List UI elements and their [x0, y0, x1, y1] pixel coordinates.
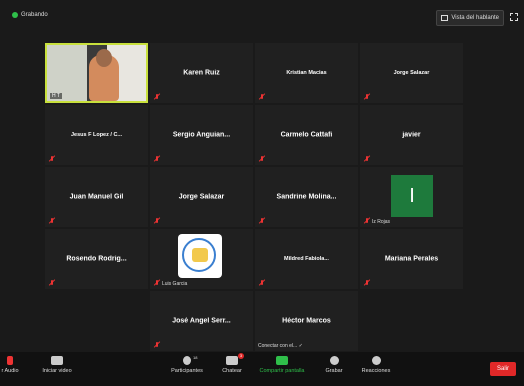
participant-name: Carmelo Cattafi [280, 131, 333, 139]
participant-tile[interactable]: Luis Garcia [150, 229, 253, 289]
share-screen-icon [276, 356, 288, 365]
muted-mic-icon [259, 156, 265, 162]
recording-dot-icon [12, 12, 18, 18]
participant-name: Jorge Salazar [393, 70, 430, 76]
participant-tile[interactable]: Sandrine Molina... [255, 167, 358, 227]
start-video-label: Iniciar video [42, 368, 72, 374]
participant-tile[interactable]: Sergio Anguian... [150, 105, 253, 165]
recording-label: Grabando [21, 12, 48, 18]
participant-tile[interactable]: Mildred Fabiola... [255, 229, 358, 289]
participants-label: Participantes [171, 368, 203, 374]
participant-name: Karen Ruiz [183, 69, 220, 77]
participant-tile[interactable]: Jorge Salazar [360, 43, 463, 103]
record-label: Grabar [325, 368, 343, 374]
reactions-icon [371, 356, 381, 365]
participant-name: Sergio Anguian... [172, 131, 231, 139]
chat-icon [226, 356, 238, 365]
chat-button[interactable]: 3 Chatear [207, 353, 257, 374]
muted-mic-icon [259, 280, 265, 286]
participant-tile[interactable]: Héctor Marcos Conectar con el... ✓ [255, 291, 358, 351]
start-video-button[interactable]: Iniciar video [32, 356, 82, 374]
muted-mic-icon [364, 280, 370, 286]
recording-indicator: Grabando [12, 12, 48, 18]
muted-mic-icon [154, 156, 160, 162]
participant-tile-video[interactable]: H T [45, 43, 148, 103]
participant-tile[interactable]: Jesus F Lopez / C... [45, 105, 148, 165]
participant-tile[interactable]: Karen Ruiz [150, 43, 253, 103]
muted-mic-icon [49, 156, 55, 162]
leave-button[interactable]: Salir [490, 362, 516, 376]
participant-name: Jorge Salazar [178, 193, 225, 201]
participant-name: Héctor Marcos [282, 317, 331, 325]
share-screen-label: Compartir pantalla [259, 368, 305, 374]
muted-mic-icon [49, 218, 55, 224]
reactions-label: Reacciones [361, 368, 391, 374]
video-person-head [96, 49, 112, 67]
record-icon [329, 356, 339, 365]
muted-mic-icon [364, 94, 370, 100]
participant-name: Jesus F Lopez / C... [70, 132, 123, 138]
logo-avatar [178, 234, 222, 278]
participant-tile[interactable]: I Iz Rojas [360, 167, 463, 227]
participants-icon [183, 356, 191, 365]
participant-name: javier [402, 131, 421, 139]
participant-tile[interactable]: javier [360, 105, 463, 165]
avatar: I [391, 175, 433, 217]
muted-mic-icon [259, 94, 265, 100]
participant-name-tag: Luis Garcia [162, 281, 188, 287]
participant-tile[interactable]: Kristian Macias [255, 43, 358, 103]
participant-name: José Angel Serr... [172, 317, 231, 325]
muted-mic-icon [154, 280, 160, 286]
speaker-view-label: Vista del hablante [451, 15, 499, 21]
participants-button[interactable]: 18 Participantes [162, 355, 212, 374]
muted-mic-icon [154, 218, 160, 224]
audio-button[interactable]: r Audio [0, 356, 35, 374]
muted-mic-icon [7, 356, 13, 365]
muted-mic-icon [154, 342, 160, 348]
speaker-view-button[interactable]: Vista del hablante [436, 10, 504, 26]
reactions-button[interactable]: Reacciones [351, 356, 401, 374]
participant-tile[interactable]: Mariana Perales [360, 229, 463, 289]
top-bar: Grabando Vista del hablante [0, 0, 524, 34]
muted-mic-icon [364, 218, 370, 224]
participant-tile[interactable]: Jorge Salazar [150, 167, 253, 227]
participant-name-tag: Iz Rojas [372, 219, 391, 225]
participant-name: Mildred Fabiola... [284, 256, 329, 262]
participant-name: Kristian Macias [286, 70, 327, 76]
participants-count: 18 [193, 355, 198, 360]
muted-mic-icon [259, 218, 265, 224]
video-name-tag: H T [50, 93, 62, 99]
video-off-icon [51, 356, 63, 365]
share-screen-button[interactable]: Compartir pantalla [257, 356, 307, 374]
grid-icon [441, 15, 449, 21]
fullscreen-icon[interactable] [510, 13, 518, 21]
participant-name: Rosendo Rodrig... [66, 255, 127, 263]
logo-hand-icon [192, 248, 208, 262]
participant-tile[interactable]: Juan Manuel Gil [45, 167, 148, 227]
muted-mic-icon [154, 94, 160, 100]
participant-tile[interactable]: Rosendo Rodrig... [45, 229, 148, 289]
audio-label: r Audio [1, 368, 19, 374]
meeting-toolbar: r Audio Iniciar video 18 Participantes 3… [0, 352, 524, 386]
chat-label: Chatear [222, 368, 242, 374]
participant-name: Juan Manuel Gil [69, 193, 124, 201]
muted-mic-icon [49, 280, 55, 286]
participant-name-tag: Conectar con el... ✓ [258, 343, 303, 349]
participant-tile[interactable]: Carmelo Cattafi [255, 105, 358, 165]
participant-name: Mariana Perales [384, 255, 439, 263]
participant-tile[interactable]: José Angel Serr... [150, 291, 253, 351]
chat-badge: 3 [238, 353, 244, 359]
muted-mic-icon [364, 156, 370, 162]
participant-name: Sandrine Molina... [276, 193, 337, 201]
